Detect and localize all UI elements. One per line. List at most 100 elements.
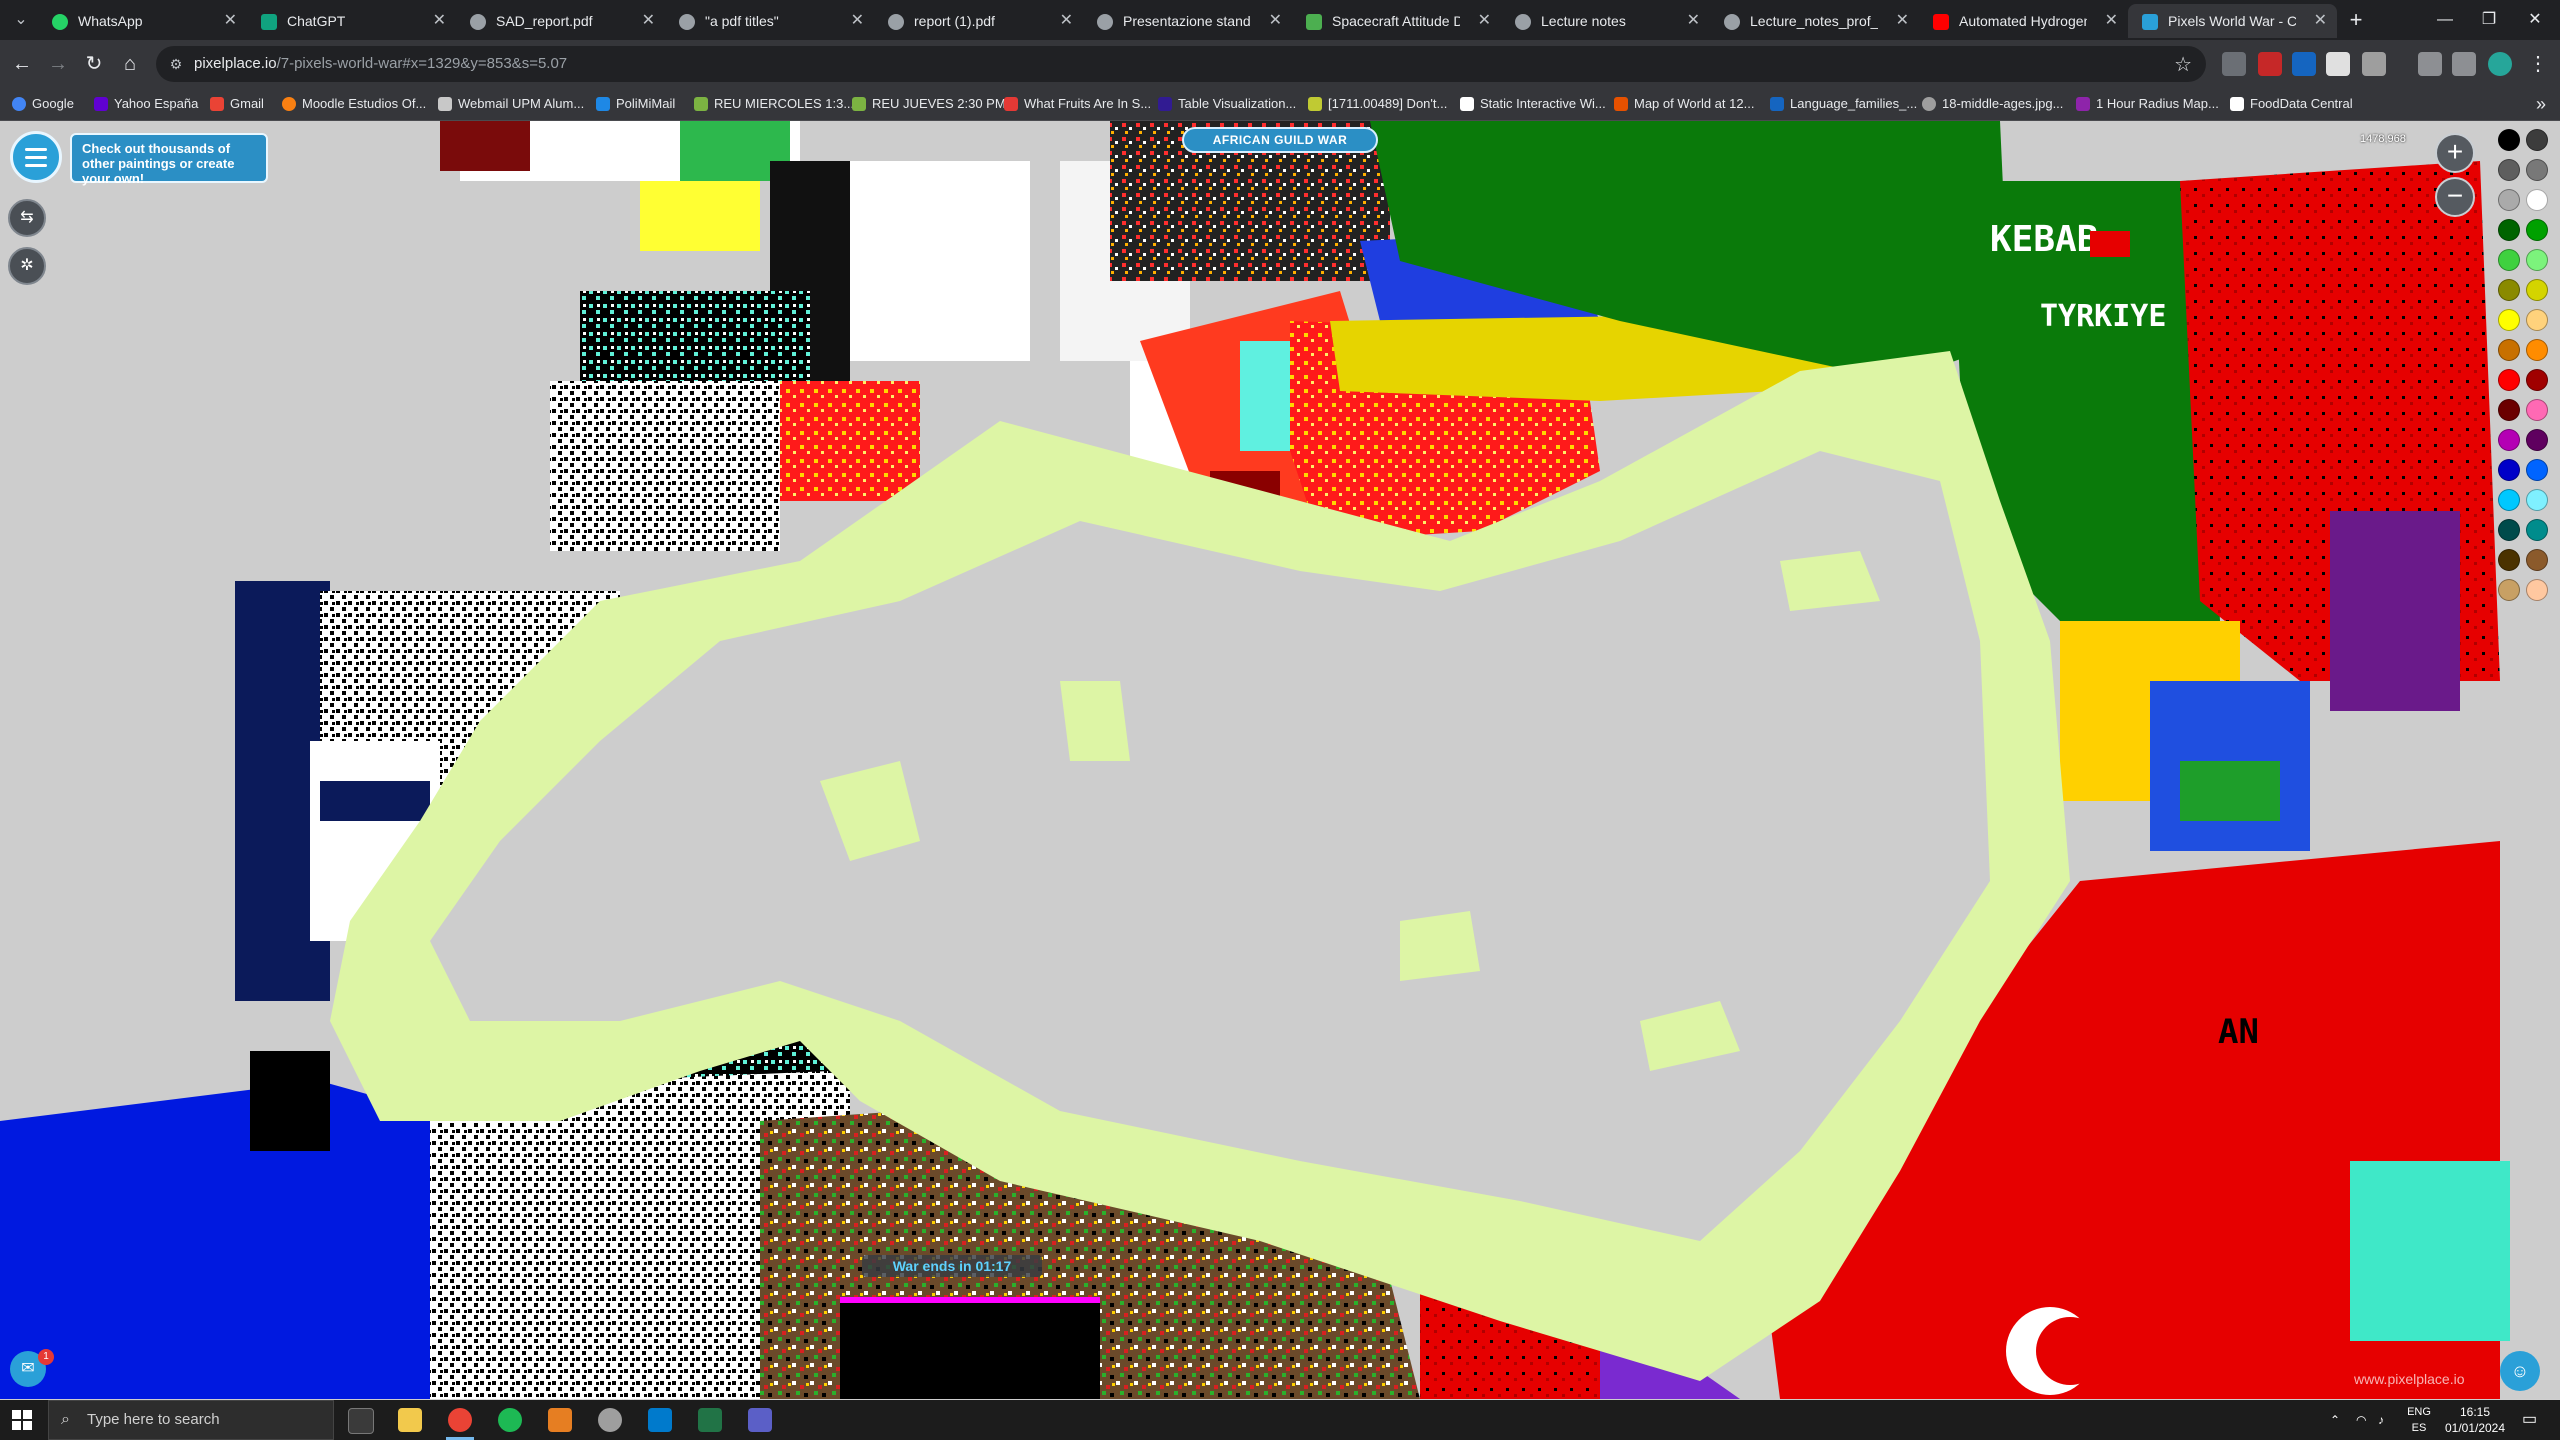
palette-swatch[interactable] <box>2498 189 2520 211</box>
bookmark-item[interactable]: 1 Hour Radius Map... <box>2076 88 2219 120</box>
minimize-button[interactable]: — <box>2430 8 2460 32</box>
excel-icon[interactable] <box>698 1408 722 1432</box>
tab-sad-report[interactable]: SAD_report.pdf ✕ <box>456 4 665 38</box>
main-menu-button[interactable] <box>10 131 62 183</box>
palette-swatch[interactable] <box>2526 279 2548 301</box>
bookmark-item[interactable]: Map of World at 12... <box>1614 88 1754 120</box>
profile-avatar[interactable] <box>2488 52 2512 76</box>
tab-lecture-notes-prof[interactable]: Lecture_notes_prof_Berne ✕ <box>1710 4 1919 38</box>
close-tab-icon[interactable]: ✕ <box>1060 4 1073 38</box>
bookmark-item[interactable]: REU JUEVES 2:30 PM <box>852 88 1006 120</box>
close-tab-icon[interactable]: ✕ <box>224 4 237 38</box>
home-button[interactable]: ⌂ <box>116 50 144 78</box>
bookmark-item[interactable]: Language_families_... <box>1770 88 1917 120</box>
bookmark-item[interactable]: 18-middle-ages.jpg... <box>1922 88 2063 120</box>
puzzle-icon[interactable] <box>2362 52 2386 76</box>
task-view-icon[interactable] <box>348 1408 374 1434</box>
notifications-icon[interactable]: ▭ <box>2522 1400 2537 1440</box>
spotify-icon[interactable] <box>498 1408 522 1432</box>
back-button[interactable]: ← <box>8 50 36 78</box>
tab-pixels-world-war[interactable]: Pixels World War - Create ✕ <box>2128 4 2337 38</box>
matlab-icon[interactable] <box>548 1408 572 1432</box>
palette-swatch[interactable] <box>2526 399 2548 421</box>
start-button[interactable] <box>12 1410 32 1430</box>
palette-swatch[interactable] <box>2498 279 2520 301</box>
close-tab-icon[interactable]: ✕ <box>1896 4 1909 38</box>
close-tab-icon[interactable]: ✕ <box>2314 4 2327 38</box>
input-language[interactable]: ENG ES <box>2402 1404 2436 1436</box>
bookmark-item[interactable]: Table Visualization... <box>1158 88 1296 120</box>
palette-swatch[interactable] <box>2526 219 2548 241</box>
shield-icon[interactable] <box>598 1408 622 1432</box>
palette-swatch[interactable] <box>2498 249 2520 271</box>
bookmark-item[interactable]: FoodData Central <box>2230 88 2353 120</box>
close-tab-icon[interactable]: ✕ <box>851 4 864 38</box>
palette-swatch[interactable] <box>2526 309 2548 331</box>
settings-tool-icon[interactable]: ✲ <box>8 247 46 285</box>
tab-presentazione[interactable]: Presentazione standard d ✕ <box>1083 4 1292 38</box>
bookmark-item[interactable]: Static Interactive Wi... <box>1460 88 1606 120</box>
palette-swatch[interactable] <box>2498 459 2520 481</box>
tab-lecture-notes[interactable]: Lecture notes ✕ <box>1501 4 1710 38</box>
palette-swatch[interactable] <box>2498 339 2520 361</box>
palette-swatch[interactable] <box>2498 129 2520 151</box>
palette-swatch[interactable] <box>2498 369 2520 391</box>
system-clock[interactable]: 16:15 01/01/2024 <box>2440 1404 2510 1436</box>
bookmarks-overflow-icon[interactable]: » <box>2536 88 2546 120</box>
palette-swatch[interactable] <box>2526 339 2548 361</box>
palette-swatch[interactable] <box>2526 579 2548 601</box>
forward-button[interactable]: → <box>44 50 72 78</box>
close-tab-icon[interactable]: ✕ <box>1687 4 1700 38</box>
palette-swatch[interactable] <box>2498 579 2520 601</box>
zoom-in-button[interactable]: + <box>2435 133 2475 173</box>
close-tab-icon[interactable]: ✕ <box>642 4 655 38</box>
palette-swatch[interactable] <box>2498 489 2520 511</box>
bookmark-item[interactable]: What Fruits Are In S... <box>1004 88 1151 120</box>
tab-pdf-titles[interactable]: "a pdf titles" ✕ <box>665 4 874 38</box>
bookmark-item[interactable]: Gmail <box>210 88 264 120</box>
close-tab-icon[interactable]: ✕ <box>1478 4 1491 38</box>
extension-icon[interactable] <box>2326 52 2350 76</box>
palette-swatch[interactable] <box>2498 159 2520 181</box>
tab-chatgpt[interactable]: ChatGPT ✕ <box>247 4 456 38</box>
guild-war-banner[interactable]: AFRICAN GUILD WAR <box>1182 127 1378 153</box>
palette-swatch[interactable] <box>2526 459 2548 481</box>
extension-icon[interactable] <box>2292 52 2316 76</box>
palette-swatch[interactable] <box>2498 519 2520 541</box>
palette-swatch[interactable] <box>2526 189 2548 211</box>
palette-swatch[interactable] <box>2526 549 2548 571</box>
bookmark-item[interactable]: Google <box>12 88 74 120</box>
vscode-icon[interactable] <box>648 1408 672 1432</box>
bookmark-item[interactable]: Moodle Estudios Of... <box>282 88 426 120</box>
tab-youtube-hydrogen[interactable]: Automated Hydrogen Ge ✕ <box>1919 4 2128 38</box>
bookmark-item[interactable]: Yahoo España <box>94 88 198 120</box>
tab-spacecraft[interactable]: Spacecraft Attitude Dyna ✕ <box>1292 4 1501 38</box>
bookmark-item[interactable]: PoliMiMail <box>596 88 675 120</box>
address-bar[interactable]: ⚙ pixelplace.io/7-pixels-world-war#x=132… <box>156 46 2206 82</box>
calculator-icon[interactable] <box>748 1408 772 1432</box>
bookmark-item[interactable]: [1711.00489] Don't... <box>1308 88 1447 120</box>
promo-banner[interactable]: Check out thousands of other paintings o… <box>70 133 268 186</box>
close-tab-icon[interactable]: ✕ <box>1269 4 1282 38</box>
palette-swatch[interactable] <box>2498 549 2520 571</box>
palette-swatch[interactable] <box>2526 429 2548 451</box>
restore-button[interactable]: ❐ <box>2474 8 2504 32</box>
site-info-icon[interactable]: ⚙ <box>166 54 186 74</box>
palette-swatch[interactable] <box>2498 429 2520 451</box>
network-icon[interactable]: ◠ <box>2356 1400 2366 1440</box>
reload-button[interactable]: ↻ <box>80 50 108 78</box>
bookmark-item[interactable]: REU MIERCOLES 1:3... <box>694 88 854 120</box>
extension-icon[interactable] <box>2258 52 2282 76</box>
bookmark-item[interactable]: Webmail UPM Alum... <box>438 88 584 120</box>
palette-swatch[interactable] <box>2526 129 2548 151</box>
palette-swatch[interactable] <box>2526 489 2548 511</box>
palette-swatch[interactable] <box>2498 219 2520 241</box>
palette-swatch[interactable] <box>2498 399 2520 421</box>
taskbar-search[interactable]: ⌕ Type here to search <box>48 1400 334 1440</box>
pixel-canvas[interactable]: KEBAB TYRKIYE AN Check out thousands of … <box>0 121 2560 1399</box>
bookmark-star-icon[interactable]: ☆ <box>2174 52 2192 77</box>
reading-list-icon[interactable] <box>2418 52 2442 76</box>
online-users-button[interactable]: ☺ <box>2500 1351 2540 1391</box>
layers-tool-icon[interactable]: ⇆ <box>8 199 46 237</box>
new-tab-button[interactable]: + <box>2344 8 2368 32</box>
